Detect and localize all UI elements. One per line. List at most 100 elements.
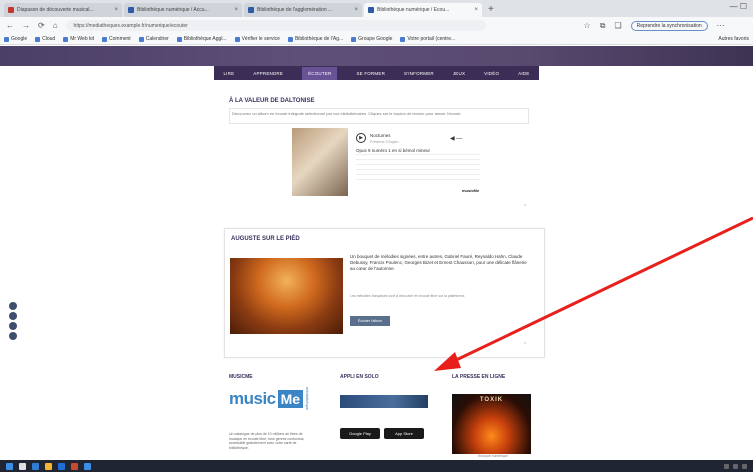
bookmark-item[interactable]: Groupe Google [351, 36, 392, 42]
extensions-icon[interactable]: ⧉ [600, 21, 606, 31]
close-tab-icon[interactable]: × [114, 7, 118, 13]
menu-item[interactable]: SE FORMER [356, 71, 385, 76]
browser-tab-1[interactable]: Diapason de découverte musical... × [4, 3, 122, 17]
bookmark-icon [4, 36, 9, 42]
os-taskbar [0, 460, 753, 472]
musicme-small-logo[interactable]: musicMe [462, 188, 479, 193]
system-tray [724, 463, 747, 469]
column-title: APPLI EN SOLO [340, 374, 379, 380]
windows-start-icon[interactable] [6, 462, 13, 470]
instagram-icon[interactable] [9, 322, 17, 330]
site-header-banner [0, 46, 753, 66]
section-marker-icon: ⌃ [523, 204, 528, 210]
network-icon[interactable] [724, 463, 729, 469]
bookmarks-bar: Google Cloud Mr Web kit Comment Calendri… [0, 34, 753, 45]
track-row[interactable]: Opus 9 numéro 1 en si bémol mineur [356, 148, 480, 155]
bookmark-icon [234, 36, 240, 42]
browser-tab-4-active[interactable]: Bibliothèque numérique / Écou... × [364, 3, 482, 17]
menu-item[interactable]: S'INFORMER [404, 71, 434, 76]
word-icon[interactable] [58, 462, 65, 470]
powerpoint-icon[interactable] [71, 462, 78, 470]
track-list: Opus 9 numéro 1 en si bémol mineur [356, 148, 480, 180]
google-play-badge[interactable]: Google Play [340, 428, 380, 439]
notification-icon[interactable] [742, 463, 747, 469]
library-icon [368, 7, 374, 13]
reload-icon[interactable]: ⟳ [38, 21, 45, 30]
bookmark-item[interactable]: Vérifier le service [234, 36, 280, 42]
section-title: AUGUSTE SUR LE PIÉD [231, 236, 300, 242]
new-tab-button[interactable]: + [488, 4, 494, 15]
volume-icon[interactable]: ◀ ― [450, 135, 462, 142]
track-row[interactable] [356, 175, 480, 180]
featured-album-note: Les mélodies françaises sont à découvrir… [350, 294, 466, 298]
bookmark-item[interactable]: Mr Web kit [63, 36, 94, 42]
section-intro-text: Découvrez un album en écoute intégrale s… [229, 108, 529, 124]
app-banner-image[interactable] [340, 395, 428, 408]
search-icon[interactable] [19, 462, 26, 470]
menu-item[interactable]: JEUX [453, 71, 465, 76]
close-tab-icon[interactable]: × [234, 7, 238, 13]
browser-tab-3[interactable]: Bibliothèque de l'agglomération ... × [244, 3, 362, 17]
close-tab-icon[interactable]: × [474, 7, 478, 13]
listen-album-button[interactable]: Écouter l'album [350, 316, 390, 326]
menu-item-selected[interactable]: ÉCOUTER [302, 66, 338, 80]
bookmark-icon [63, 36, 69, 42]
bookmark-icon [102, 36, 108, 42]
play-icon[interactable]: ▶ [356, 133, 366, 143]
bookmark-icon [176, 36, 182, 42]
section-title: À LA VALEUR DE DALTONISE [229, 98, 315, 104]
youtube-social-icon[interactable] [9, 332, 17, 340]
volume-tray-icon[interactable] [733, 463, 738, 469]
home-icon[interactable]: ⌂ [53, 21, 58, 30]
menu-item[interactable]: APPRENDRE [253, 71, 283, 76]
profile-sync-button[interactable]: Reprendre la synchronisation [630, 20, 708, 31]
other-bookmarks[interactable]: Autres favoris [718, 36, 749, 42]
youtube-icon [8, 7, 14, 13]
musicme-description: Un catalogue de plus de 10 millions de t… [229, 432, 305, 450]
navigation-bar: ← → ⟳ ⌂ https://mediatheques.example.fr/… [0, 17, 753, 34]
track-title: Nocturnes [370, 133, 391, 138]
autumn-forest-image [230, 258, 343, 334]
column-title: MUSICME [229, 374, 253, 380]
browser-taskbar-icon[interactable] [84, 462, 91, 470]
column-title: LA PRESSE EN LIGNE [452, 374, 506, 380]
menu-icon[interactable]: ⋯ [717, 21, 725, 30]
press-magazine-cover[interactable]: TOXIK [452, 394, 531, 454]
file-explorer-icon[interactable] [45, 462, 52, 470]
bookmark-item[interactable]: Votre portail (centre... [400, 36, 455, 42]
menu-item[interactable]: LIRE [223, 71, 234, 76]
bookmark-item[interactable]: Google [4, 36, 27, 42]
bookmark-icon [400, 36, 406, 42]
bookmark-icon [35, 36, 41, 42]
bookmark-item[interactable]: Calendrier [138, 36, 169, 42]
bookmark-item[interactable]: Comment [102, 36, 131, 42]
musicme-logo[interactable]: music Me médiathèque [229, 387, 310, 410]
facebook-icon[interactable] [9, 302, 17, 310]
album-player: ▶ Nocturnes Frédéric Chopin ◀ ― Opus 9 n… [292, 128, 480, 196]
star-icon[interactable]: ☆ [584, 21, 591, 30]
window-controls[interactable]: — ☐ [730, 2, 747, 11]
menu-item[interactable]: AIDE [518, 71, 529, 76]
bookmark-icon [138, 36, 144, 42]
address-bar[interactable]: https://mediatheques.example.fr/numeriqu… [65, 20, 486, 31]
bookmark-icon [351, 36, 357, 42]
library-icon [248, 7, 254, 13]
menu-item[interactable]: VIDÉO [484, 71, 499, 76]
featured-album-description: Un bouquet de mélodies signées, entre au… [350, 254, 527, 271]
track-artist: Frédéric Chopin [370, 139, 399, 144]
bookmark-icon [287, 36, 293, 42]
album-cover-image [292, 128, 348, 196]
bookmark-item[interactable]: Bibliothèque de l'Ag... [287, 36, 343, 42]
browser-tab-2[interactable]: Bibliothèque numérique / Accu... × [124, 3, 242, 17]
bookmark-item[interactable]: Cloud [35, 36, 55, 42]
collections-icon[interactable]: ❏ [614, 21, 621, 30]
close-tab-icon[interactable]: × [354, 7, 358, 13]
site-main-menu: LIRE APPRENDRE ÉCOUTER SE FORMER S'INFOR… [214, 66, 539, 80]
app-store-badge[interactable]: App Store [384, 428, 424, 439]
edge-icon[interactable] [32, 462, 39, 470]
forward-icon[interactable]: → [22, 21, 30, 30]
twitter-icon[interactable] [9, 312, 17, 320]
bookmark-item[interactable]: Bibliothèque Aggl... [176, 36, 227, 42]
library-icon [128, 7, 134, 13]
back-icon[interactable]: ← [6, 21, 14, 30]
